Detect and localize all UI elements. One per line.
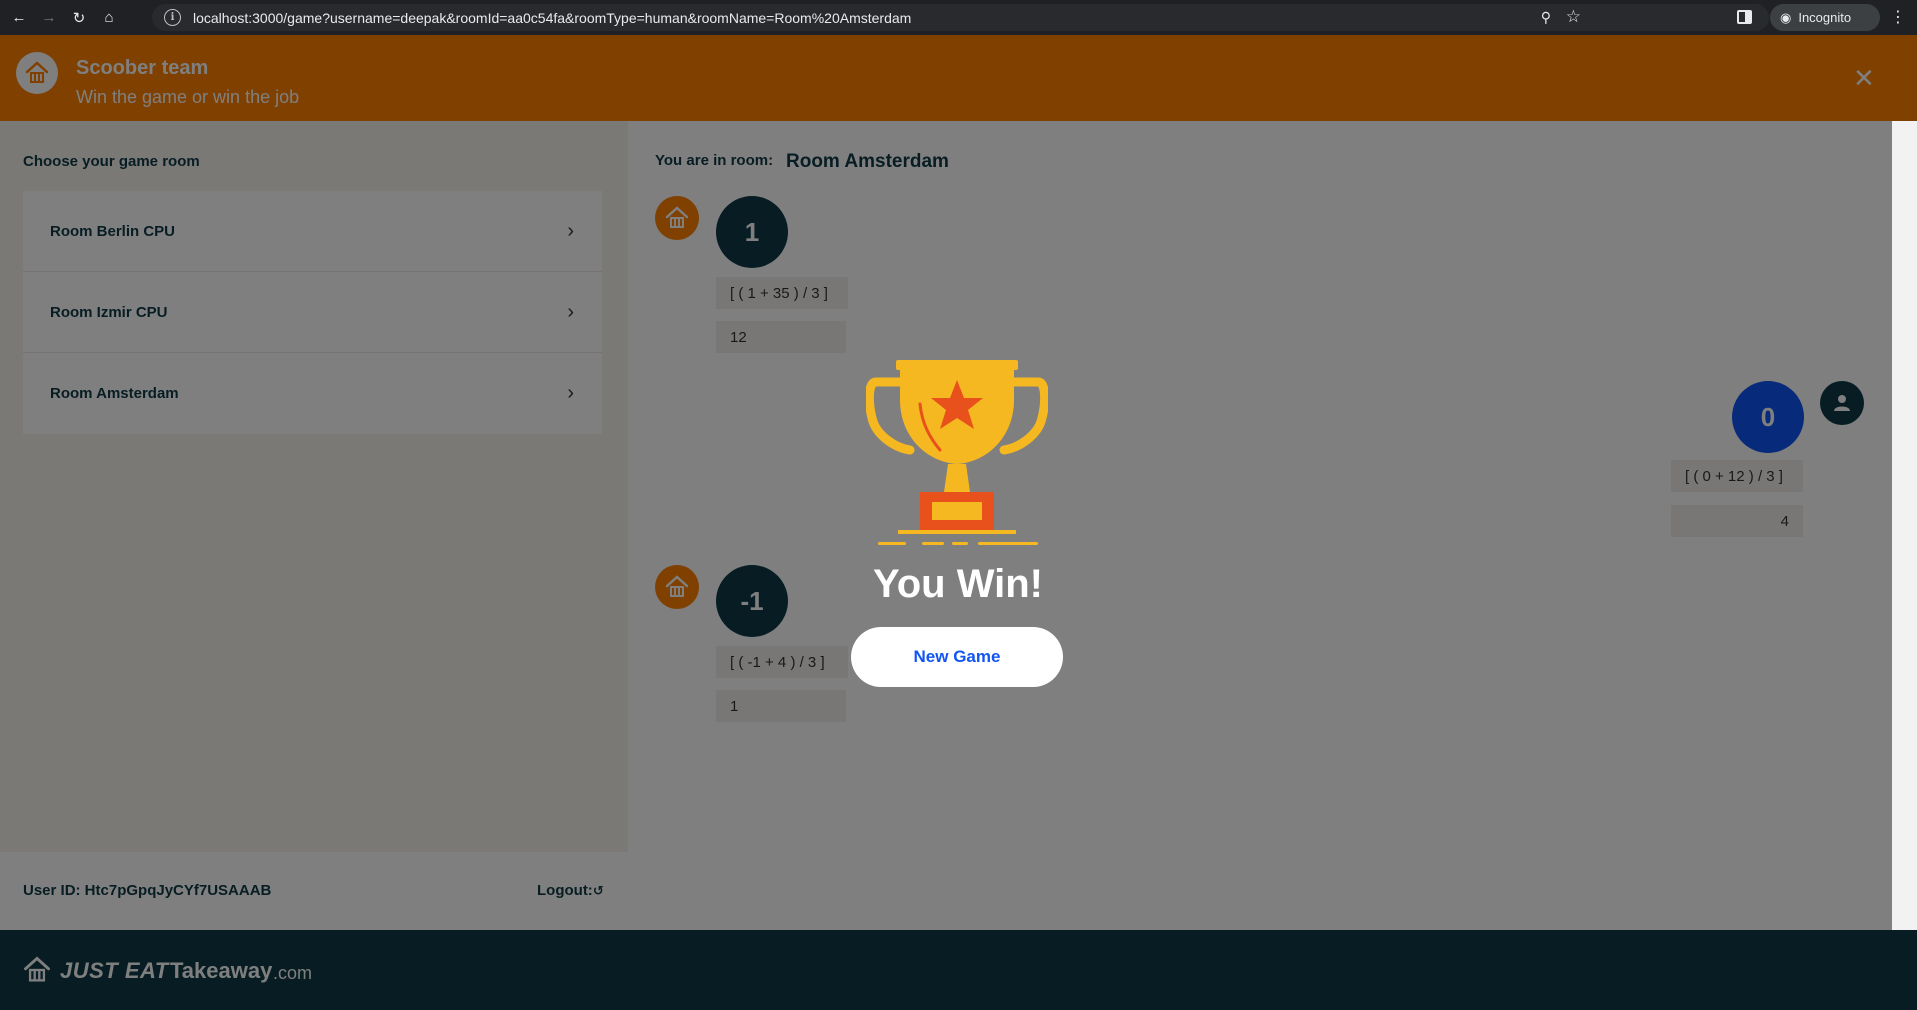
win-message: You Win! xyxy=(873,562,1043,606)
url-text[interactable]: localhost:3000/game?username=deepak&room… xyxy=(193,10,911,26)
forward-icon[interactable]: → xyxy=(38,7,60,29)
browser-menu-icon[interactable]: ⋮ xyxy=(1890,7,1906,27)
side-panel-icon[interactable] xyxy=(1737,10,1752,24)
back-icon[interactable]: ← xyxy=(8,7,30,29)
browser-toolbar: ← → ↻ ⌂ i localhost:3000/game?username=d… xyxy=(0,0,1917,35)
incognito-badge[interactable]: ◉ Incognito xyxy=(1770,4,1880,31)
new-game-button[interactable]: New Game xyxy=(851,627,1063,687)
incognito-label: Incognito xyxy=(1798,10,1852,25)
site-info-icon[interactable]: i xyxy=(164,9,181,26)
reload-icon[interactable]: ↻ xyxy=(68,7,90,29)
home-icon[interactable]: ⌂ xyxy=(98,7,120,29)
address-bar[interactable]: i localhost:3000/game?username=deepak&ro… xyxy=(152,4,1769,31)
bookmark-star-icon[interactable]: ☆ xyxy=(1566,7,1581,27)
scrollbar[interactable] xyxy=(1892,121,1917,930)
incognito-icon: ◉ xyxy=(1780,9,1792,25)
zoom-icon[interactable]: ⚲ xyxy=(1541,9,1551,26)
trophy-icon xyxy=(864,360,1050,550)
